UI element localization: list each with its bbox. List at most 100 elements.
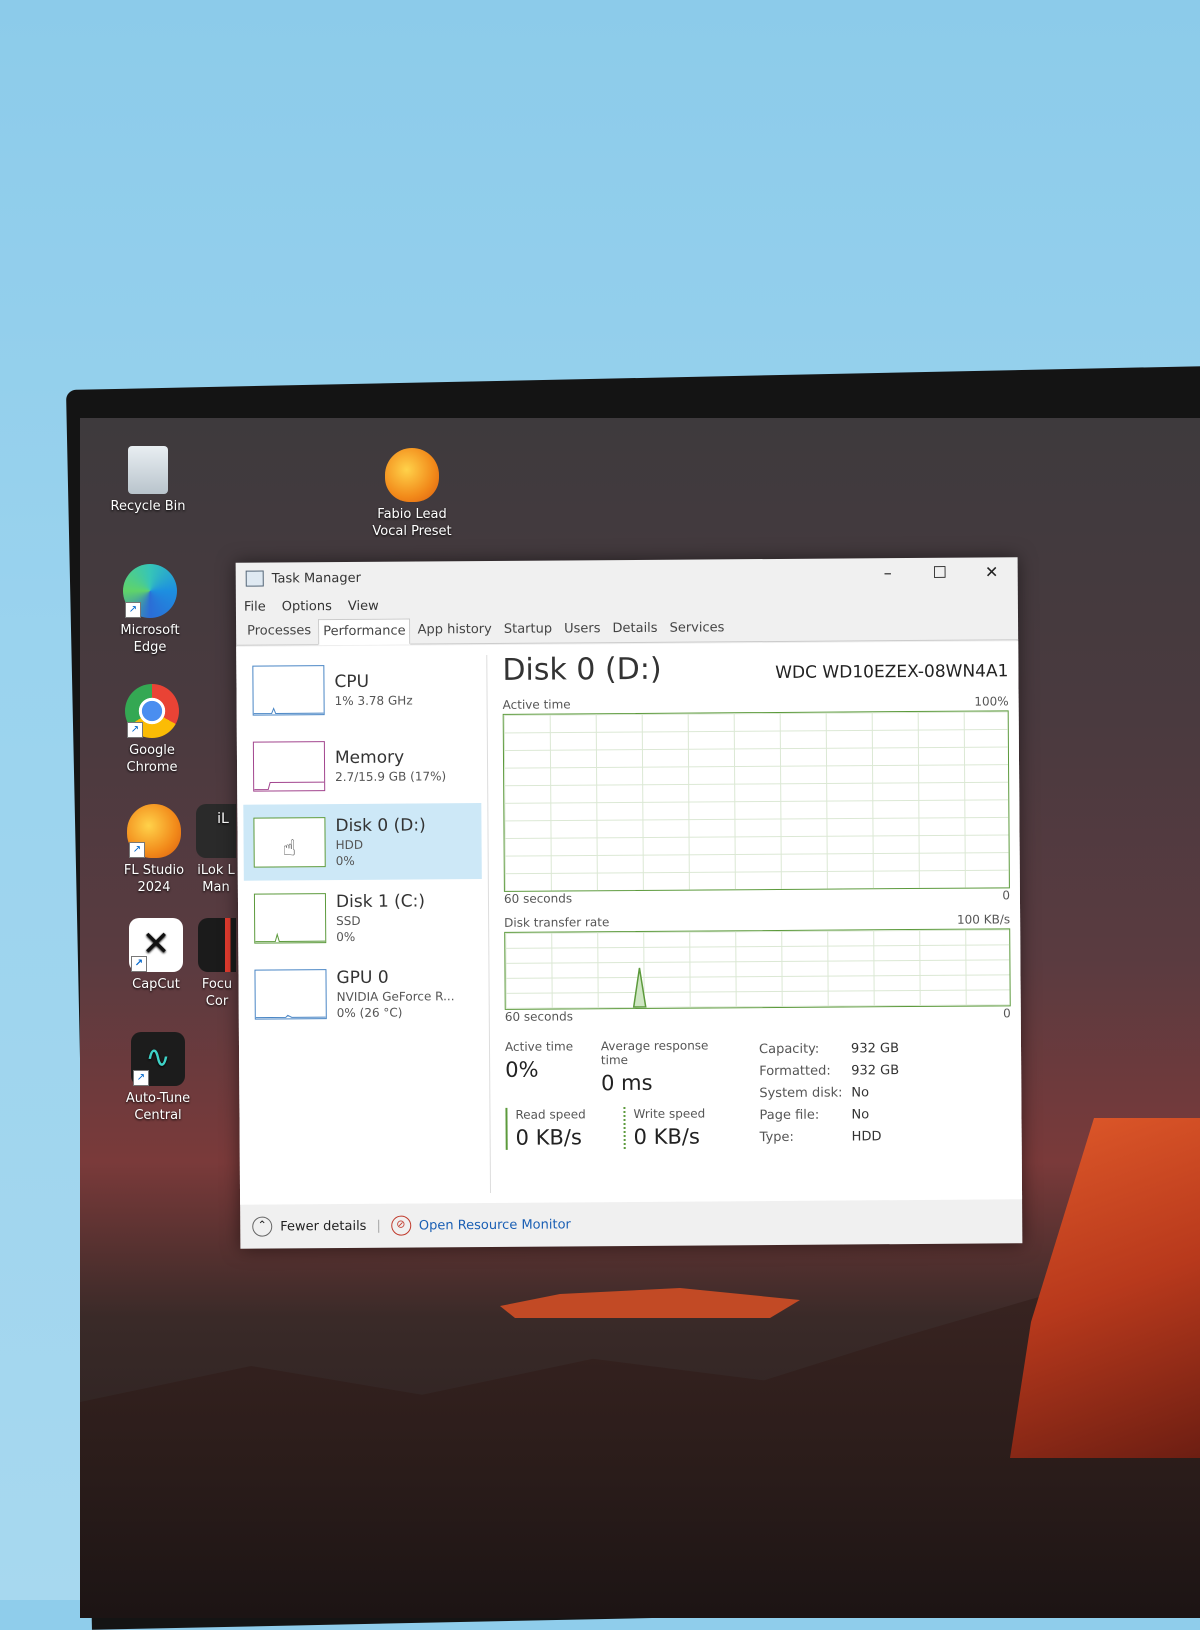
disk1-mini-graph [255, 932, 326, 943]
sidebar-name: CPU [334, 671, 370, 693]
sidebar-sub: NVIDIA GeForce R... [336, 989, 455, 1005]
property-key: System disk: [759, 1085, 843, 1101]
graph2-max: 100 KB/s [956, 912, 1011, 927]
write-speed-label: Write speed [633, 1106, 706, 1121]
desktop-icon-fabio-preset[interactable]: Fabio Lead Vocal Preset [370, 448, 454, 540]
desktop-icon-label: CapCut [132, 977, 180, 992]
active-time-graph [502, 710, 1010, 892]
desktop-icon-ilok[interactable]: iL iLok L Man [196, 804, 236, 896]
performance-panel: CPU 1% 3.78 GHz Memory 2.7/15.9 GB (17%)… [236, 641, 1023, 1205]
shortcut-arrow-icon: ↗ [125, 602, 141, 618]
graph1-span: 60 seconds [503, 891, 573, 906]
shortcut-arrow-icon: ↗ [131, 956, 147, 972]
desktop-icon-label: Recycle Bin [110, 499, 186, 514]
avg-response-value: 0 ms [600, 1070, 653, 1096]
desktop-icon-label: Google Chrome [126, 743, 178, 775]
sidebar-name: Memory [334, 747, 405, 769]
menu-view[interactable]: View [348, 598, 379, 613]
active-time-label: Active time [504, 1039, 574, 1054]
property-value: No [851, 1106, 870, 1122]
graph2-label: Disk transfer rate [504, 915, 610, 930]
maximize-button[interactable]: ☐ [914, 558, 966, 590]
property-key: Type: [759, 1129, 794, 1145]
disk0-thumbnail-graph: ☝ [253, 817, 326, 868]
property-key: Capacity: [758, 1041, 820, 1057]
read-speed-label: Read speed [515, 1107, 586, 1122]
graph1-max: 100% [974, 694, 1009, 709]
open-resource-monitor-link[interactable]: Open Resource Monitor [419, 1217, 571, 1233]
resource-sidebar: CPU 1% 3.78 GHz Memory 2.7/15.9 GB (17%)… [242, 645, 484, 1205]
task-manager-icon [245, 570, 264, 587]
tab-processes[interactable]: Processes [242, 618, 316, 645]
desktop-icon-focusrite[interactable]: Focu Cor [198, 918, 236, 1010]
focusrite-icon [198, 918, 236, 972]
desktop-icon-label: Microsoft Edge [120, 623, 180, 655]
sidebar-item-memory[interactable]: Memory 2.7/15.9 GB (17%) [243, 727, 482, 805]
sidebar-sub: HDD [335, 837, 364, 853]
sidebar-name: GPU 0 [336, 967, 389, 989]
detail-title: Disk 0 (D:) [502, 651, 662, 688]
graph1-label: Active time [502, 697, 571, 712]
panel-divider [486, 654, 492, 1193]
disk-model: WDC WD10EZEX-08WN4A1 [775, 661, 1009, 683]
tab-performance[interactable]: Performance [318, 618, 411, 646]
sidebar-item-disk-0[interactable]: ☝ Disk 0 (D:) HDD 0% [243, 803, 482, 881]
menu-options[interactable]: Options [282, 599, 332, 614]
memory-mini-graph [254, 781, 325, 791]
tab-services[interactable]: Services [664, 615, 729, 641]
minimize-button[interactable]: – [862, 558, 914, 590]
graph2-span: 60 seconds [504, 1009, 573, 1024]
sidebar-sub: 0% [335, 853, 355, 869]
desktop-icon-fl-studio[interactable]: ↗ FL Studio 2024 [112, 804, 196, 896]
desktop-icon-chrome[interactable]: ↗ Google Chrome [110, 684, 194, 776]
tab-app-history[interactable]: App history [412, 617, 496, 644]
active-time-value: 0% [505, 1057, 539, 1082]
wallpaper-cliff [1010, 1118, 1200, 1458]
tab-users[interactable]: Users [559, 616, 606, 642]
sidebar-item-cpu[interactable]: CPU 1% 3.78 GHz [242, 651, 481, 729]
graph2-min: 0 [1003, 1006, 1011, 1021]
disk-properties: Capacity: 932 GB Formatted: 932 GB System … [759, 1037, 900, 1148]
property-key: Formatted: [759, 1063, 831, 1079]
close-button[interactable]: ✕ [966, 557, 1018, 589]
sidebar-name: Disk 1 (C:) [335, 891, 426, 913]
gpu-mini-graph [255, 1014, 326, 1019]
menu-file[interactable]: File [244, 599, 266, 614]
fewer-details-link[interactable]: Fewer details [280, 1218, 366, 1234]
avg-response-label: Average response time [600, 1038, 709, 1068]
desktop-icon-label: Fabio Lead Vocal Preset [372, 507, 452, 539]
graph1-min: 0 [1002, 888, 1011, 903]
gpu-thumbnail-graph [254, 969, 327, 1020]
tab-startup[interactable]: Startup [499, 616, 557, 642]
desktop-icon-autotune[interactable]: ∿ ↗ Auto-Tune Central [116, 1032, 200, 1124]
sidebar-item-gpu-0[interactable]: GPU 0 NVIDIA GeForce R... 0% (26 °C) [244, 955, 483, 1033]
resource-monitor-icon: ⊘ [390, 1215, 411, 1236]
autotune-icon: ∿ ↗ [131, 1032, 185, 1086]
desktop-icon-label: iLok L Man [197, 863, 235, 895]
desktop-icon-recycle-bin[interactable]: Recycle Bin [106, 446, 190, 515]
write-speed-value: 0 KB/s [633, 1124, 700, 1149]
desktop-icon-label: Focu Cor [201, 977, 233, 1009]
cpu-mini-graph [253, 707, 324, 715]
fl-studio-icon: ↗ [127, 804, 181, 858]
task-manager-window: Task Manager – ☐ ✕ File Options View Pro… [235, 557, 1023, 1249]
title-bar[interactable]: Task Manager – ☐ ✕ [236, 557, 1018, 594]
desktop-icon-capcut[interactable]: ✕ ↗ CapCut [114, 918, 198, 993]
cpu-thumbnail-graph [252, 665, 325, 716]
hand-cursor-icon: ☝ [282, 836, 297, 862]
property-key: Page file: [759, 1107, 820, 1123]
sidebar-sub: 0% (26 °C) [336, 1005, 403, 1021]
transfer-rate-graph [504, 928, 1011, 1010]
recycle-bin-icon [128, 446, 168, 494]
wallpaper-ridge [500, 1288, 800, 1318]
tab-details[interactable]: Details [607, 616, 662, 642]
sidebar-item-disk-1[interactable]: Disk 1 (C:) SSD 0% [244, 879, 483, 957]
window-title: Task Manager [271, 570, 361, 586]
window-footer: ⌃ Fewer details | ⊘ Open Resource Monito… [240, 1199, 1022, 1248]
sidebar-sub: 0% [336, 929, 356, 945]
desktop-icon-edge[interactable]: ↗ Microsoft Edge [108, 564, 192, 656]
sidebar-sub: SSD [336, 913, 361, 929]
edge-icon: ↗ [123, 564, 177, 618]
disk-detail: Disk 0 (D:) WDC WD10EZEX-08WN4A1 Active … [502, 641, 1012, 1203]
sidebar-name: Disk 0 (D:) [335, 815, 426, 837]
